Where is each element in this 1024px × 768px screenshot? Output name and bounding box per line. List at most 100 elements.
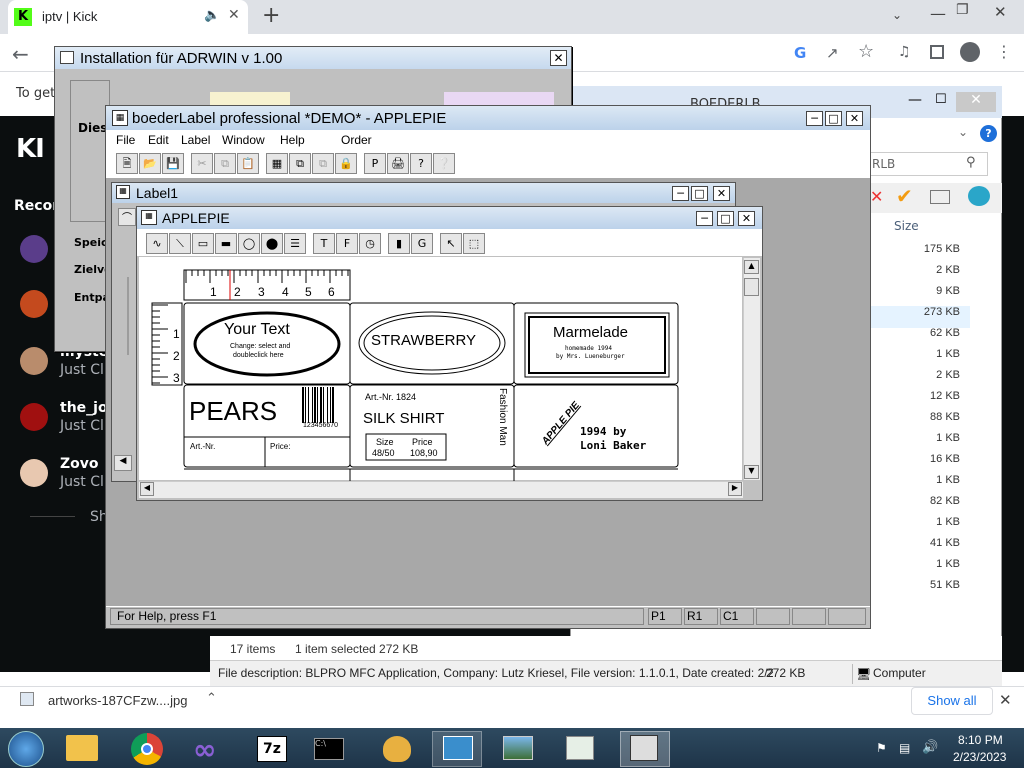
address-dropdown-icon[interactable]: ⌄	[958, 125, 968, 139]
preview-icon[interactable]: P	[364, 153, 386, 174]
close-button[interactable]: ✕	[994, 3, 1007, 21]
minimize-button[interactable]: —	[930, 4, 946, 23]
new-icon[interactable]: 🗎	[116, 153, 138, 174]
help-icon[interactable]: ?	[980, 125, 997, 142]
rect-tool-icon[interactable]: ▭	[192, 233, 214, 254]
app-minimize-button[interactable]: ─	[806, 111, 823, 126]
paste-icon[interactable]: 📋	[237, 153, 259, 174]
chevron-up-icon[interactable]: ⌃	[206, 691, 217, 706]
tab-close-icon[interactable]: ✕	[228, 7, 240, 23]
7zip-taskbar-icon[interactable]: 7z	[257, 736, 287, 762]
volume-icon[interactable]: 🔊	[922, 740, 938, 755]
lines-tool-icon[interactable]: ☰	[284, 233, 306, 254]
menu-file[interactable]: File	[116, 133, 135, 147]
explorer-minimize-button[interactable]: —	[908, 92, 922, 108]
help-icon[interactable]: ?	[410, 153, 432, 174]
network-icon[interactable]: ▤	[899, 741, 910, 755]
field-tool-icon[interactable]: F	[336, 233, 358, 254]
menu-edit[interactable]: Edit	[148, 133, 169, 147]
label-cell[interactable]	[513, 302, 679, 385]
tab-audio-icon[interactable]: 🔈	[204, 8, 220, 23]
restore-button[interactable]: ❐	[956, 2, 969, 18]
ellipse-tool-icon[interactable]: ◯	[238, 233, 260, 254]
photos-taskbar-icon[interactable]	[503, 736, 533, 760]
delete-icon[interactable]: ✕	[870, 187, 883, 206]
label1-tool-icon[interactable]: ⌒	[118, 208, 136, 226]
share-icon[interactable]: ↗	[826, 44, 839, 62]
pointer-tool-icon[interactable]: ↖	[440, 233, 462, 254]
table-icon[interactable]: ▦	[266, 153, 288, 174]
shell-taskbar-icon[interactable]	[383, 736, 411, 762]
scroll-thumb[interactable]	[744, 278, 759, 296]
copy-icon[interactable]: ⧉	[214, 153, 236, 174]
avatar[interactable]	[20, 290, 48, 318]
chrome-menu-icon[interactable]: ⋮	[996, 42, 1012, 61]
label1-maximize-button[interactable]: □	[691, 186, 708, 201]
select-tool-icon[interactable]: ⬚	[463, 233, 485, 254]
menu-label[interactable]: Label	[181, 133, 210, 147]
label1-close-button[interactable]: ✕	[713, 186, 730, 201]
applepie-minimize-button[interactable]: ─	[696, 211, 713, 226]
context-help-icon[interactable]: ❔	[433, 153, 455, 174]
scroll-left-icon[interactable]: ◀	[140, 482, 154, 496]
show-all-button[interactable]: Show all	[911, 687, 993, 715]
barcode-tool-icon[interactable]: ▮	[388, 233, 410, 254]
kick-user-name[interactable]: Zovo	[60, 456, 99, 472]
kick-user-name[interactable]: the_jo	[60, 400, 108, 416]
app-maximize-button[interactable]: □	[825, 111, 842, 126]
print-icon[interactable]: 🖨	[387, 153, 409, 174]
menu-window[interactable]: Window	[222, 133, 265, 147]
start-button-icon[interactable]	[8, 731, 44, 767]
open-icon[interactable]: 📂	[139, 153, 161, 174]
explorer-close-button[interactable]: ✕	[956, 92, 996, 112]
installer-close-button[interactable]: ✕	[550, 50, 567, 66]
document-taskbar-icon[interactable]	[566, 736, 594, 760]
scroll-down-icon[interactable]: ▼	[744, 465, 759, 479]
checkmark-icon[interactable]: ✔	[896, 184, 913, 208]
clock-tool-icon[interactable]: ◷	[359, 233, 381, 254]
cut-icon[interactable]: ✂	[191, 153, 213, 174]
app-close-button[interactable]: ✕	[846, 111, 863, 126]
save-icon[interactable]: 💾	[162, 153, 184, 174]
menu-order[interactable]: Order	[341, 133, 372, 147]
lock-icon[interactable]: 🔒	[335, 153, 357, 174]
clock-date[interactable]: 2/23/2023	[953, 750, 1006, 764]
menu-help[interactable]: Help	[280, 133, 305, 147]
file-explorer-taskbar-icon[interactable]	[66, 735, 98, 761]
label1-minimize-button[interactable]: ─	[672, 186, 689, 201]
avatar[interactable]	[20, 347, 48, 375]
clock-time[interactable]: 8:10 PM	[958, 733, 1003, 747]
close-download-bar-icon[interactable]: ✕	[999, 691, 1012, 709]
scroll-up-icon[interactable]: ▲	[744, 260, 759, 274]
filled-ellipse-tool-icon[interactable]: ⬤	[261, 233, 283, 254]
avatar[interactable]	[20, 459, 48, 487]
applepie-close-button[interactable]: ✕	[738, 211, 755, 226]
avatar[interactable]	[20, 235, 48, 263]
tab-search-icon[interactable]: ⌄	[892, 8, 902, 22]
new-tab-button[interactable]: +	[262, 3, 280, 28]
graphic-tool-icon[interactable]: G	[411, 233, 433, 254]
avatar[interactable]	[20, 403, 48, 431]
kick-logo[interactable]: KI	[16, 134, 45, 164]
properties-icon[interactable]	[930, 190, 950, 204]
side-panel-icon[interactable]	[930, 45, 944, 59]
shell-icon[interactable]	[968, 186, 990, 206]
visual-studio-taskbar-icon[interactable]: ∞	[193, 733, 216, 766]
column-header-size[interactable]: Size	[894, 219, 919, 233]
media-control-icon[interactable]: ♫	[898, 44, 911, 60]
google-icon[interactable]: G	[794, 44, 806, 62]
profile-avatar-icon[interactable]	[960, 42, 980, 62]
h-scrollbar[interactable]	[139, 481, 743, 498]
bookmark-star-icon[interactable]: ☆	[858, 41, 874, 62]
explorer-maximize-button[interactable]: ☐	[935, 92, 947, 107]
boederlabel-taskbar-icon[interactable]	[630, 735, 658, 761]
back-icon[interactable]: ←	[12, 42, 29, 66]
search-icon[interactable]: ⚲	[966, 155, 976, 170]
duplicate-icon[interactable]: ⧉	[289, 153, 311, 174]
line-tool-icon[interactable]: ⟍	[169, 233, 191, 254]
ycdc-taskbar-icon[interactable]	[443, 736, 473, 760]
flag-icon[interactable]: ⚑	[876, 741, 887, 755]
filled-rect-tool-icon[interactable]: ▬	[215, 233, 237, 254]
text-tool-icon[interactable]: T	[313, 233, 335, 254]
download-file-name[interactable]: artworks-187CFzw....jpg	[48, 693, 187, 708]
